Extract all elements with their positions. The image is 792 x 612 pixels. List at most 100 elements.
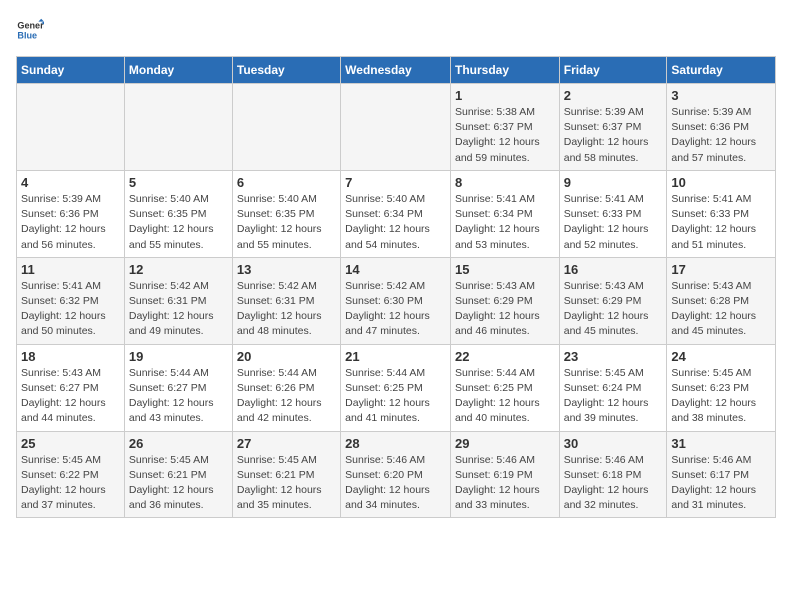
day-number: 4 — [21, 175, 120, 190]
day-detail: Sunrise: 5:44 AM Sunset: 6:27 PM Dayligh… — [129, 366, 228, 427]
day-detail: Sunrise: 5:43 AM Sunset: 6:29 PM Dayligh… — [455, 279, 555, 340]
day-detail: Sunrise: 5:41 AM Sunset: 6:32 PM Dayligh… — [21, 279, 120, 340]
day-detail: Sunrise: 5:44 AM Sunset: 6:25 PM Dayligh… — [455, 366, 555, 427]
calendar-week-3: 11 Sunrise: 5:41 AM Sunset: 6:32 PM Dayli… — [17, 257, 776, 344]
day-detail: Sunrise: 5:46 AM Sunset: 6:17 PM Dayligh… — [671, 453, 771, 514]
day-number: 20 — [237, 349, 336, 364]
logo: General Blue — [16, 16, 48, 44]
day-number: 16 — [564, 262, 663, 277]
calendar-cell: 11 Sunrise: 5:41 AM Sunset: 6:32 PM Dayli… — [17, 257, 125, 344]
calendar-cell: 19 Sunrise: 5:44 AM Sunset: 6:27 PM Dayli… — [124, 344, 232, 431]
weekday-header-sunday: Sunday — [17, 57, 125, 84]
day-number: 15 — [455, 262, 555, 277]
calendar-cell: 20 Sunrise: 5:44 AM Sunset: 6:26 PM Dayli… — [232, 344, 340, 431]
calendar-cell — [232, 84, 340, 171]
day-detail: Sunrise: 5:41 AM Sunset: 6:33 PM Dayligh… — [671, 192, 771, 253]
day-number: 25 — [21, 436, 120, 451]
day-number: 11 — [21, 262, 120, 277]
day-detail: Sunrise: 5:45 AM Sunset: 6:21 PM Dayligh… — [237, 453, 336, 514]
day-detail: Sunrise: 5:42 AM Sunset: 6:31 PM Dayligh… — [237, 279, 336, 340]
day-number: 2 — [564, 88, 663, 103]
day-number: 10 — [671, 175, 771, 190]
weekday-header-wednesday: Wednesday — [341, 57, 451, 84]
day-detail: Sunrise: 5:41 AM Sunset: 6:34 PM Dayligh… — [455, 192, 555, 253]
day-number: 3 — [671, 88, 771, 103]
day-number: 13 — [237, 262, 336, 277]
calendar-cell: 18Sunrise: 5:43 AM Sunset: 6:27 PM Dayli… — [17, 344, 125, 431]
day-detail: Sunrise: 5:44 AM Sunset: 6:26 PM Dayligh… — [237, 366, 336, 427]
day-detail: Sunrise: 5:45 AM Sunset: 6:21 PM Dayligh… — [129, 453, 228, 514]
day-detail: Sunrise: 5:40 AM Sunset: 6:35 PM Dayligh… — [129, 192, 228, 253]
day-number: 26 — [129, 436, 228, 451]
day-detail: Sunrise: 5:42 AM Sunset: 6:31 PM Dayligh… — [129, 279, 228, 340]
weekday-header-thursday: Thursday — [450, 57, 559, 84]
day-detail: Sunrise: 5:46 AM Sunset: 6:18 PM Dayligh… — [564, 453, 663, 514]
calendar-cell: 2 Sunrise: 5:39 AM Sunset: 6:37 PM Daylig… — [559, 84, 667, 171]
day-detail: Sunrise: 5:39 AM Sunset: 6:36 PM Dayligh… — [21, 192, 120, 253]
day-number: 6 — [237, 175, 336, 190]
day-number: 17 — [671, 262, 771, 277]
day-detail: Sunrise: 5:39 AM Sunset: 6:37 PM Dayligh… — [564, 105, 663, 166]
day-number: 24 — [671, 349, 771, 364]
day-detail: Sunrise: 5:43 AM Sunset: 6:29 PM Dayligh… — [564, 279, 663, 340]
day-detail: Sunrise: 5:46 AM Sunset: 6:20 PM Dayligh… — [345, 453, 446, 514]
day-number: 30 — [564, 436, 663, 451]
day-number: 7 — [345, 175, 446, 190]
calendar-cell: 10 Sunrise: 5:41 AM Sunset: 6:33 PM Dayli… — [667, 170, 776, 257]
day-detail: Sunrise: 5:46 AM Sunset: 6:19 PM Dayligh… — [455, 453, 555, 514]
calendar-cell: 12 Sunrise: 5:42 AM Sunset: 6:31 PM Dayli… — [124, 257, 232, 344]
day-number: 31 — [671, 436, 771, 451]
day-detail: Sunrise: 5:38 AM Sunset: 6:37 PM Dayligh… — [455, 105, 555, 166]
day-number: 22 — [455, 349, 555, 364]
calendar-cell: 22 Sunrise: 5:44 AM Sunset: 6:25 PM Dayli… — [450, 344, 559, 431]
day-number: 1 — [455, 88, 555, 103]
day-detail: Sunrise: 5:43 AM Sunset: 6:28 PM Dayligh… — [671, 279, 771, 340]
calendar-cell: 3 Sunrise: 5:39 AM Sunset: 6:36 PM Daylig… — [667, 84, 776, 171]
calendar-cell: 5 Sunrise: 5:40 AM Sunset: 6:35 PM Daylig… — [124, 170, 232, 257]
calendar-cell: 17 Sunrise: 5:43 AM Sunset: 6:28 PM Dayli… — [667, 257, 776, 344]
day-number: 9 — [564, 175, 663, 190]
day-detail: Sunrise: 5:40 AM Sunset: 6:35 PM Dayligh… — [237, 192, 336, 253]
day-detail: Sunrise: 5:45 AM Sunset: 6:23 PM Dayligh… — [671, 366, 771, 427]
calendar-cell: 30 Sunrise: 5:46 AM Sunset: 6:18 PM Dayli… — [559, 431, 667, 518]
calendar-cell: 24 Sunrise: 5:45 AM Sunset: 6:23 PM Dayli… — [667, 344, 776, 431]
day-number: 29 — [455, 436, 555, 451]
day-number: 27 — [237, 436, 336, 451]
day-detail: Sunrise: 5:39 AM Sunset: 6:36 PM Dayligh… — [671, 105, 771, 166]
calendar-cell: 23 Sunrise: 5:45 AM Sunset: 6:24 PM Dayli… — [559, 344, 667, 431]
calendar-cell — [341, 84, 451, 171]
logo-icon: General Blue — [16, 16, 44, 44]
calendar-cell: 21 Sunrise: 5:44 AM Sunset: 6:25 PM Dayli… — [341, 344, 451, 431]
day-detail: Sunrise: 5:45 AM Sunset: 6:22 PM Dayligh… — [21, 453, 120, 514]
day-number: 19 — [129, 349, 228, 364]
svg-text:General: General — [17, 21, 44, 31]
calendar-cell: 7Sunrise: 5:40 AM Sunset: 6:34 PM Daylig… — [341, 170, 451, 257]
calendar-week-1: 1 Sunrise: 5:38 AM Sunset: 6:37 PM Daylig… — [17, 84, 776, 171]
calendar-cell: 8 Sunrise: 5:41 AM Sunset: 6:34 PM Daylig… — [450, 170, 559, 257]
calendar-week-2: 4 Sunrise: 5:39 AM Sunset: 6:36 PM Daylig… — [17, 170, 776, 257]
day-detail: Sunrise: 5:45 AM Sunset: 6:24 PM Dayligh… — [564, 366, 663, 427]
page-header: General Blue — [16, 16, 776, 44]
calendar-cell: 14 Sunrise: 5:42 AM Sunset: 6:30 PM Dayli… — [341, 257, 451, 344]
day-number: 18 — [21, 349, 120, 364]
weekday-header-friday: Friday — [559, 57, 667, 84]
day-number: 23 — [564, 349, 663, 364]
day-detail: Sunrise: 5:44 AM Sunset: 6:25 PM Dayligh… — [345, 366, 446, 427]
weekday-header-tuesday: Tuesday — [232, 57, 340, 84]
day-number: 21 — [345, 349, 446, 364]
calendar-cell — [124, 84, 232, 171]
day-detail: Sunrise: 5:42 AM Sunset: 6:30 PM Dayligh… — [345, 279, 446, 340]
calendar-cell: 6 Sunrise: 5:40 AM Sunset: 6:35 PM Daylig… — [232, 170, 340, 257]
calendar-cell: 26 Sunrise: 5:45 AM Sunset: 6:21 PM Dayli… — [124, 431, 232, 518]
calendar-cell: 25 Sunrise: 5:45 AM Sunset: 6:22 PM Dayli… — [17, 431, 125, 518]
day-number: 12 — [129, 262, 228, 277]
day-number: 8 — [455, 175, 555, 190]
calendar-cell: 29 Sunrise: 5:46 AM Sunset: 6:19 PM Dayli… — [450, 431, 559, 518]
calendar-cell: 9Sunrise: 5:41 AM Sunset: 6:33 PM Daylig… — [559, 170, 667, 257]
calendar-cell — [17, 84, 125, 171]
calendar-cell: 28Sunrise: 5:46 AM Sunset: 6:20 PM Dayli… — [341, 431, 451, 518]
day-number: 5 — [129, 175, 228, 190]
day-number: 14 — [345, 262, 446, 277]
calendar-cell: 1 Sunrise: 5:38 AM Sunset: 6:37 PM Daylig… — [450, 84, 559, 171]
calendar-week-4: 18Sunrise: 5:43 AM Sunset: 6:27 PM Dayli… — [17, 344, 776, 431]
